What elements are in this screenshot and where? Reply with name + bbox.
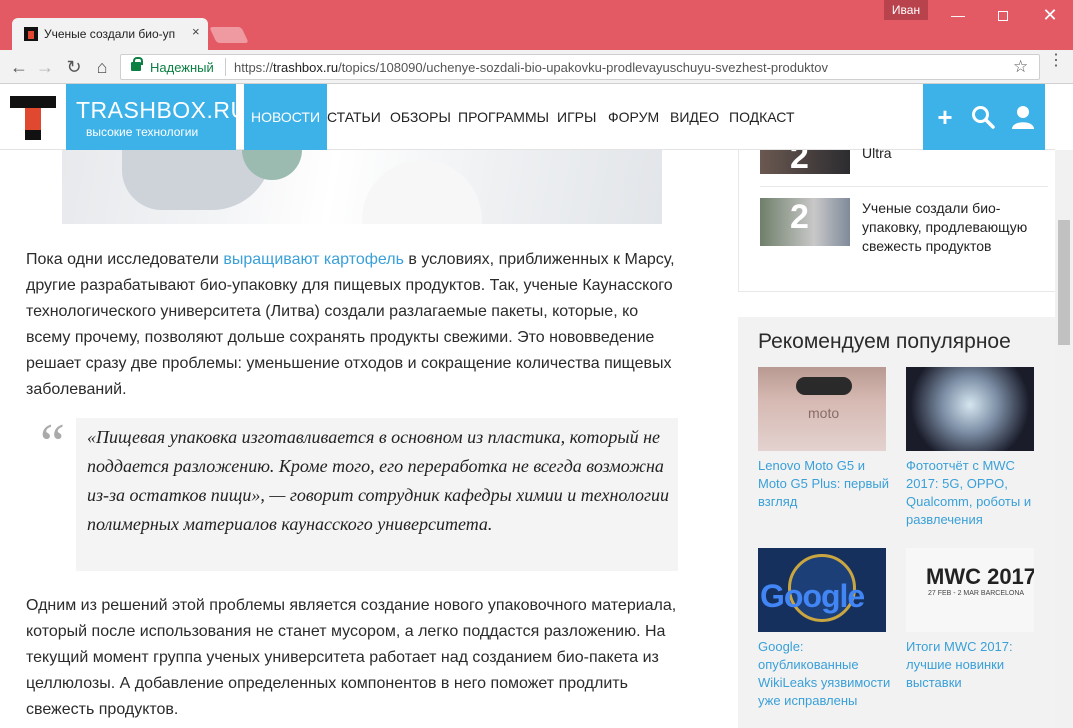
- scrollbar-thumb[interactable]: [1058, 220, 1070, 345]
- sidebar-divider: [760, 186, 1048, 187]
- moto-logo-text: moto: [808, 405, 840, 421]
- secure-label[interactable]: Надежный: [150, 60, 214, 75]
- minimize-button[interactable]: —: [935, 0, 981, 30]
- browser-tab[interactable]: Ученые создали био-уп ×: [12, 18, 208, 51]
- logo-bar: [10, 96, 56, 108]
- url-divider: [225, 58, 226, 76]
- profile-badge[interactable]: Иван: [884, 0, 928, 20]
- article-hero-image: [62, 150, 662, 224]
- url-host: trashbox.ru: [273, 60, 339, 75]
- header-actions: +: [923, 84, 1045, 150]
- camera-shape: [796, 377, 852, 395]
- popular-thumb-google-cia[interactable]: Google: [758, 548, 886, 632]
- nav-news[interactable]: НОВОСТИ: [244, 84, 328, 150]
- potato-link[interactable]: выращивают картофель: [223, 251, 404, 268]
- browser-toolbar: ← → ↻ ⌂ Надежный https://trashbox.ru/top…: [0, 50, 1073, 84]
- nav-podcast[interactable]: ПОДКАСТ: [722, 84, 802, 150]
- logo-icon[interactable]: [10, 96, 56, 140]
- browser-titlebar: Иван — ✕ Ученые создали био-уп ×: [0, 0, 1073, 51]
- bookmark-star-icon[interactable]: ☆: [1013, 57, 1028, 77]
- close-window-button[interactable]: ✕: [1027, 0, 1073, 30]
- site-header: TRASHBOX.RU высокие технологии НОВОСТИ С…: [0, 84, 1055, 150]
- tab-close-icon[interactable]: ×: [192, 24, 200, 39]
- url-scheme: https://: [234, 60, 274, 75]
- popular-thumb-moto[interactable]: moto: [758, 367, 886, 451]
- favicon-icon: [24, 27, 38, 41]
- tab-title: Ученые создали био-уп: [44, 27, 176, 41]
- back-icon[interactable]: ←: [7, 55, 31, 79]
- sidebar-item-title[interactable]: Ученые создали био-упаковку, продлевающу…: [862, 199, 1037, 256]
- nav-articles[interactable]: СТАТЬИ: [320, 84, 388, 150]
- para1-end: в условиях, приближенных к Марсу, другие…: [26, 251, 675, 398]
- popular-link[interactable]: Фотоотчёт с MWC 2017: 5G, OPPO, Qualcomm…: [906, 457, 1041, 529]
- blockquote: «Пищевая упаковка изготавливается в осно…: [87, 427, 670, 534]
- popular-thumb-mwc[interactable]: MWC 2017 27 FEB - 2 MAR BARCELONA: [906, 548, 1034, 632]
- para1-start: Пока одни исследователи: [26, 251, 224, 268]
- reload-icon[interactable]: ↻: [62, 55, 86, 79]
- nav-reviews[interactable]: ОБЗОРЫ: [383, 84, 458, 150]
- search-icon[interactable]: [967, 101, 999, 133]
- thumb-number: 2: [790, 198, 809, 236]
- popular-link[interactable]: Google: опубликованные WikiLeaks уязвимо…: [758, 638, 893, 710]
- brand-block[interactable]: TRASHBOX.RU высокие технологии: [66, 84, 247, 150]
- url-path: /topics/108090/uchenye-sozdali-bio-upako…: [338, 60, 829, 75]
- article-paragraph-1: Пока одни исследователи выращивают карто…: [26, 247, 686, 403]
- new-tab-button[interactable]: [209, 27, 249, 43]
- hero-shape: [362, 160, 482, 224]
- popular-link[interactable]: Итоги MWC 2017: лучшие новинки выставки: [906, 638, 1041, 692]
- sidebar-thumb[interactable]: 2: [760, 150, 850, 174]
- browser-menu-icon[interactable]: ⋮: [1048, 53, 1064, 69]
- article-paragraph-2: Одним из решений этой проблемы является …: [26, 597, 677, 718]
- popular-link[interactable]: Lenovo Moto G5 и Moto G5 Plus: первый вз…: [758, 457, 893, 511]
- forward-icon[interactable]: →: [33, 55, 57, 79]
- nav-forum[interactable]: ФОРУМ: [601, 84, 666, 150]
- mwc-logo-text: MWC 2017: [926, 564, 1034, 589]
- plus-icon[interactable]: +: [929, 101, 961, 133]
- mwc-dates-text: 27 FEB - 2 MAR BARCELONA: [928, 590, 1025, 597]
- quote-mark-icon: “: [40, 413, 65, 475]
- nav-games[interactable]: ИГРЫ: [550, 84, 603, 150]
- nav-video[interactable]: ВИДЕО: [663, 84, 726, 150]
- home-icon[interactable]: ⌂: [90, 55, 114, 79]
- url-text[interactable]: https://trashbox.ru/topics/108090/ucheny…: [234, 60, 828, 75]
- google-logo-text: Google: [760, 578, 865, 614]
- address-bar[interactable]: Надежный https://trashbox.ru/topics/1080…: [120, 54, 1040, 80]
- brand-title: TRASHBOX.RU: [76, 97, 248, 123]
- sidebar-item-title[interactable]: Ultra: [862, 144, 1037, 163]
- maximize-button[interactable]: [980, 0, 1026, 30]
- popular-thumb-mwc-photo[interactable]: [906, 367, 1034, 451]
- logo-accent: [25, 108, 41, 130]
- brand-tagline: высокие технологии: [86, 125, 199, 139]
- popular-heading: Рекомендуем популярное: [758, 330, 1011, 353]
- sidebar-thumb[interactable]: 2: [760, 198, 850, 246]
- user-icon[interactable]: [1007, 101, 1039, 133]
- thumb-number: 2: [790, 150, 809, 174]
- nav-programs[interactable]: ПРОГРАММЫ: [451, 84, 556, 150]
- lock-icon[interactable]: [131, 57, 143, 71]
- maximize-icon: [998, 11, 1008, 22]
